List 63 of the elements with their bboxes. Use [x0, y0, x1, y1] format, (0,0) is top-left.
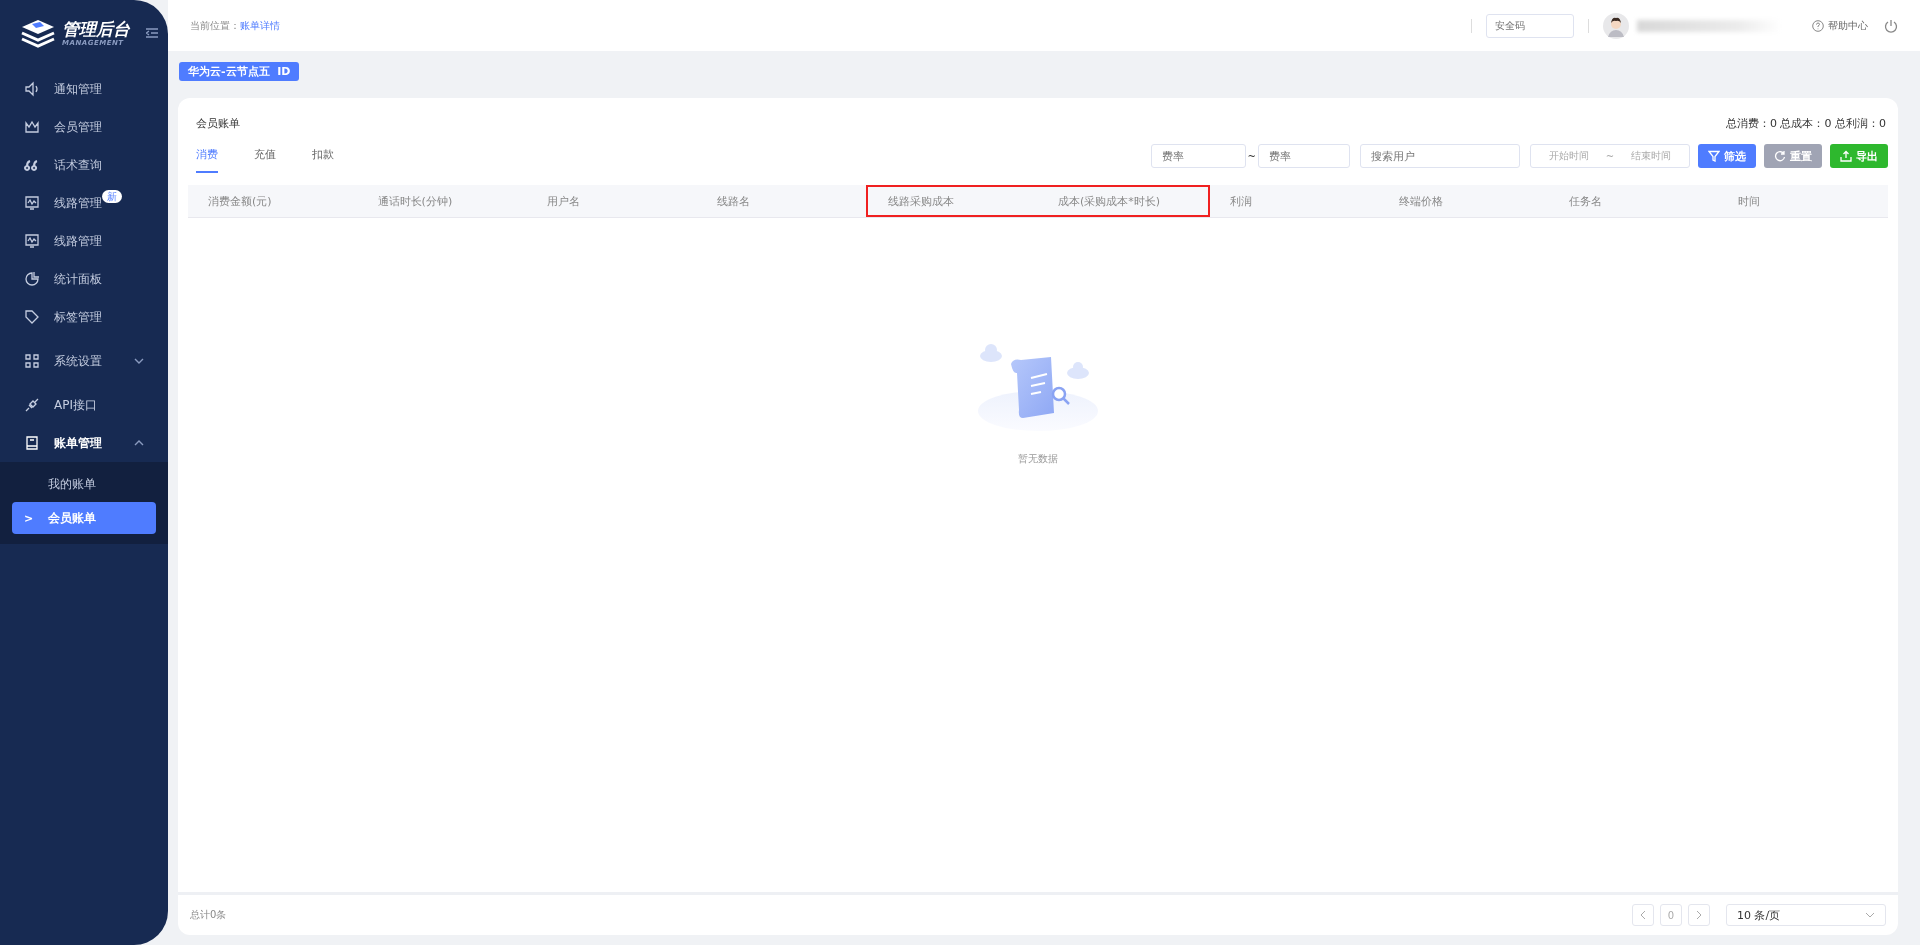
- menu-item[interactable]: 统计面板: [0, 260, 168, 298]
- menu-item[interactable]: 线路管理: [0, 222, 168, 260]
- menu-item[interactable]: 会员管理: [0, 108, 168, 146]
- menu-item[interactable]: 通知管理: [0, 70, 168, 108]
- page-size-select[interactable]: 10 条/页: [1726, 904, 1886, 926]
- column-header: 时间: [1737, 193, 1762, 210]
- totals-text: 总消费：0 总成本：0 总利润：0: [1726, 116, 1886, 131]
- filter-icon: [1708, 150, 1720, 162]
- column-header: 通话时长(分钟): [376, 193, 454, 210]
- menu-icon[interactable]: [146, 28, 158, 38]
- rate-field[interactable]: 费率: [1258, 144, 1350, 168]
- menu-item[interactable]: 系统设置: [0, 342, 168, 380]
- column-header: 终端价格: [1398, 193, 1445, 210]
- tab[interactable]: 充值: [254, 139, 276, 173]
- menu-item[interactable]: API接口: [0, 386, 168, 424]
- node-tag: 华为云-云节点五 ID: [179, 62, 300, 81]
- menu-item[interactable]: 线路管理 新: [0, 184, 168, 222]
- pie-chart-icon: [24, 271, 40, 287]
- new-badge: 新: [102, 190, 122, 203]
- breadcrumb-link[interactable]: 账单详情: [240, 18, 280, 33]
- column-header: 利润: [1228, 193, 1253, 210]
- help-link[interactable]: 帮助中心: [1828, 18, 1868, 33]
- quote-icon: [24, 157, 40, 173]
- grid-icon: [24, 353, 40, 369]
- speaker-icon: [24, 81, 40, 97]
- empty-text: 暂无数据: [1018, 452, 1058, 466]
- range-separator: ~: [1247, 150, 1256, 162]
- tag-icon: [24, 309, 40, 325]
- column-header: 用户名: [546, 193, 582, 210]
- menu-item[interactable]: 话术查询: [0, 146, 168, 184]
- chevron-right-icon: [1696, 910, 1702, 920]
- avatar[interactable]: [1603, 12, 1629, 39]
- search-user-field[interactable]: 搜索用户: [1360, 144, 1520, 168]
- help-icon: [1812, 19, 1824, 32]
- column-header: 线路采购成本: [866, 185, 1038, 217]
- card-title: 会员账单: [196, 116, 240, 131]
- chevron-left-icon: [1640, 910, 1646, 920]
- total-count: 总计0条: [190, 908, 227, 922]
- upload-icon: [1840, 150, 1852, 162]
- plug-icon: [24, 397, 40, 413]
- column-header: 任务名: [1567, 193, 1603, 210]
- chevron-down-icon: [1865, 912, 1875, 918]
- column-header: 消费金额(元): [207, 193, 273, 210]
- reset-icon: [1774, 150, 1786, 162]
- monitor-icon: [24, 233, 40, 249]
- monitor-icon: [24, 195, 40, 211]
- column-header: 线路名: [715, 193, 751, 210]
- power-icon[interactable]: [1884, 18, 1898, 33]
- book-icon: [24, 435, 40, 451]
- tab[interactable]: 扣款: [312, 139, 334, 173]
- column-header: 成本(采购成本*时长): [1037, 185, 1210, 217]
- logo-title: 管理后台: [62, 19, 130, 39]
- menu-item[interactable]: 标签管理: [0, 298, 168, 336]
- submenu-item[interactable]: > 会员账单: [12, 502, 156, 534]
- breadcrumb-label: 当前位置：: [190, 18, 240, 33]
- tab[interactable]: 消费: [196, 139, 218, 173]
- submenu-item[interactable]: 我的账单: [12, 468, 156, 500]
- security-code-field[interactable]: 安全码: [1486, 13, 1574, 38]
- menu-item[interactable]: 账单管理: [0, 424, 168, 462]
- rate-field[interactable]: 费率: [1150, 144, 1246, 168]
- filter-button[interactable]: 筛选: [1698, 144, 1756, 168]
- crown-icon: [24, 119, 40, 135]
- logo-icon: [20, 18, 56, 48]
